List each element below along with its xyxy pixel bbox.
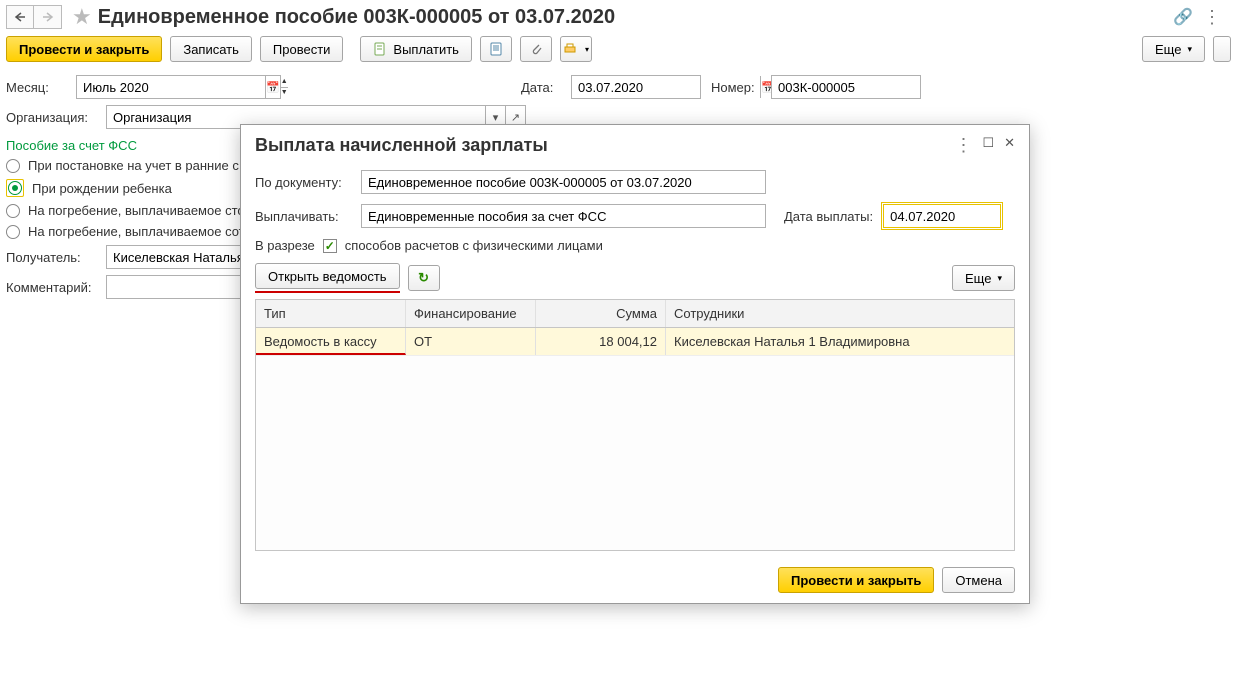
help-button[interactable] [1213, 36, 1231, 62]
cell-type: Ведомость в кассу [256, 328, 406, 355]
checkbox-checked-icon[interactable]: ✓ [323, 239, 337, 253]
paytype-input[interactable] [362, 205, 765, 227]
dialog-footer: Провести и закрыть Отмена [241, 557, 1029, 603]
spin-up-icon[interactable]: ▲ [281, 76, 288, 88]
comment-label: Комментарий: [6, 280, 96, 295]
number-label: Номер: [711, 80, 761, 95]
paydate-input[interactable] [884, 205, 1029, 227]
favorite-star-icon[interactable]: ★ [72, 4, 92, 30]
spin-down-icon[interactable]: ▼ [281, 88, 288, 99]
open-statement-button[interactable]: Открыть ведомость [255, 263, 400, 289]
org-label: Организация: [6, 110, 96, 125]
radio-label: При рождении ребенка [32, 181, 172, 196]
refresh-button[interactable]: ↻ [408, 265, 440, 291]
date-label: Дата: [521, 80, 561, 95]
radio-label: На погребение, выплачиваемое сто [28, 203, 245, 218]
pay-button[interactable]: Выплатить [360, 36, 472, 62]
th-emp[interactable]: Сотрудники [666, 300, 1014, 327]
calendar-icon[interactable]: 📅 [265, 76, 280, 98]
month-input[interactable] [77, 76, 265, 98]
dialog-kebab-icon[interactable]: ⋮ [954, 135, 972, 156]
th-type[interactable]: Тип [256, 300, 406, 327]
table-row[interactable]: Ведомость в кассу ОТ 18 004,12 Киселевск… [256, 328, 1014, 356]
more-label: Еще [965, 271, 991, 286]
radio-label: При постановке на учет в ранние с [28, 158, 239, 173]
document-lines-icon [489, 42, 503, 56]
paydate-field[interactable]: 📅 [883, 204, 1001, 228]
month-field[interactable]: 📅 ▲▼ [76, 75, 281, 99]
toolbar: Провести и закрыть Записать Провести Вып… [0, 32, 1237, 72]
document-button[interactable] [480, 36, 512, 62]
arrow-left-icon [14, 12, 26, 22]
dialog-post-close-button[interactable]: Провести и закрыть [778, 567, 934, 593]
page-title: Единовременное пособие 003К-000005 от 03… [98, 6, 615, 29]
paydate-label: Дата выплаты: [784, 209, 873, 224]
refresh-icon: ↻ [418, 270, 429, 286]
number-input[interactable] [772, 76, 960, 98]
row-open-stmt: Открыть ведомость ↻ Еще ▾ [255, 257, 1015, 299]
pay-button-label: Выплатить [393, 42, 459, 57]
maximize-icon[interactable]: ☐ [982, 135, 994, 156]
nav-forward-button[interactable] [34, 5, 62, 29]
dialog-cancel-button[interactable]: Отмена [942, 567, 1015, 593]
recipient-label: Получатель: [6, 250, 96, 265]
month-label: Месяц: [6, 80, 66, 95]
payments-table: Тип Финансирование Сумма Сотрудники Ведо… [255, 299, 1015, 551]
paperclip-icon [529, 42, 543, 56]
radio-label: На погребение, выплачиваемое сот [28, 224, 245, 239]
doc-label: По документу: [255, 175, 353, 190]
link-icon[interactable]: 🔗 [1173, 7, 1193, 27]
row-slice: В разрезе ✓ способов расчетов с физическ… [255, 234, 1015, 257]
kebab-menu-icon[interactable]: ⋮ [1203, 7, 1221, 28]
close-icon[interactable]: ✕ [1004, 135, 1015, 156]
table-header: Тип Финансирование Сумма Сотрудники [256, 300, 1014, 328]
more-button[interactable]: Еще ▾ [1142, 36, 1205, 62]
radio-checked-icon [8, 181, 22, 195]
row-paytype: Выплачивать: Дата выплаты: 📅 [255, 198, 1015, 234]
salary-payment-dialog: Выплата начисленной зарплаты ⋮ ☐ ✕ По до… [240, 124, 1030, 604]
th-fin[interactable]: Финансирование [406, 300, 536, 327]
paytype-label: Выплачивать: [255, 209, 353, 224]
date-field[interactable]: 📅 [571, 75, 701, 99]
form-row-month: Месяц: 📅 ▲▼ Дата: 📅 Номер: [0, 72, 1237, 102]
window-header: ★ Единовременное пособие 003К-000005 от … [0, 0, 1237, 32]
month-spinner[interactable]: ▲▼ [280, 76, 288, 98]
post-and-close-button[interactable]: Провести и закрыть [6, 36, 162, 62]
write-button[interactable]: Записать [170, 36, 252, 62]
slice-label: В разрезе [255, 238, 315, 253]
printer-icon [563, 42, 577, 56]
number-field[interactable] [771, 75, 921, 99]
th-sum[interactable]: Сумма [536, 300, 666, 327]
post-button[interactable]: Провести [260, 36, 344, 62]
dialog-more-button[interactable]: Еще ▾ [952, 265, 1015, 291]
caret-down-icon: ▾ [997, 273, 1002, 284]
cell-fin: ОТ [406, 328, 536, 355]
nav-back-button[interactable] [6, 5, 34, 29]
doc-field[interactable] [361, 170, 766, 194]
cell-sum: 18 004,12 [536, 328, 666, 355]
paydate-highlight: 📅 [881, 202, 1003, 230]
caret-down-icon: ▾ [585, 45, 589, 54]
more-label: Еще [1155, 42, 1181, 57]
attach-button[interactable] [520, 36, 552, 62]
slice-text: способов расчетов с физическими лицами [345, 238, 603, 253]
dialog-title: Выплата начисленной зарплаты [255, 135, 548, 156]
print-dropdown-button[interactable]: ▾ [560, 36, 592, 62]
row-document: По документу: [255, 166, 1015, 198]
paytype-field[interactable] [361, 204, 766, 228]
caret-down-icon: ▾ [1187, 44, 1192, 55]
radio-icon [6, 204, 20, 218]
doc-input[interactable] [362, 171, 765, 193]
arrow-right-icon [42, 12, 54, 22]
radio-icon [6, 225, 20, 239]
radio-icon [6, 159, 20, 173]
document-money-icon [373, 42, 387, 56]
cell-emp: Киселевская Наталья 1 Владимировна [666, 328, 1014, 355]
dialog-header: Выплата начисленной зарплаты ⋮ ☐ ✕ [241, 125, 1029, 160]
